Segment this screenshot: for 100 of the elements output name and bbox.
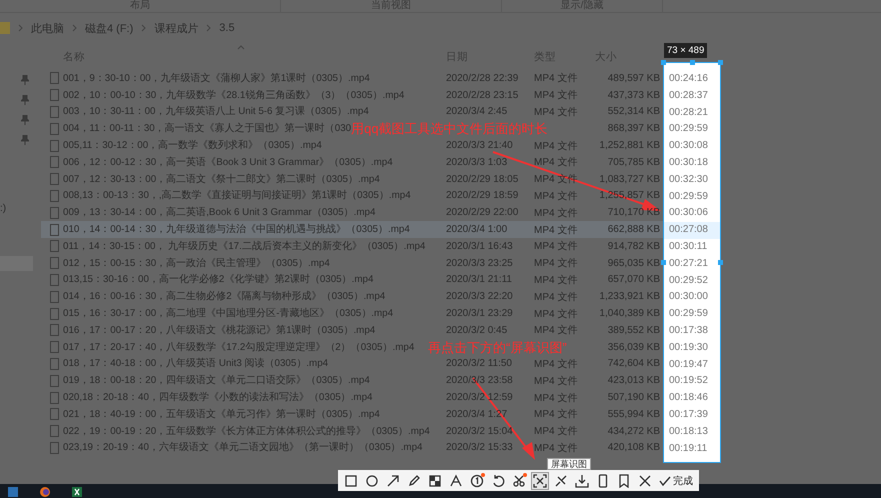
- tooltip: 屏幕识图: [547, 458, 591, 470]
- duration-cell-text: 00:24:16: [668, 72, 709, 86]
- date-cell-text: 2020/2/29 22:00: [446, 207, 520, 218]
- file-name: 008,13：00-13：30，,高二数学《直接证明与间接证明》第1课时（0305）.mp4: [63, 189, 411, 202]
- type-cell-text: MP4 文件: [534, 240, 578, 254]
- size-cell-text: 552,314 KB: [606, 106, 660, 118]
- breadcrumb-item[interactable]: 课程成片: [154, 20, 198, 36]
- size-cell-text: 1,252,881 KB: [598, 140, 660, 152]
- file-name: 007，12：30-13：00，高二语文《祭十二郎文》第二课时（0305）.mp4: [63, 172, 380, 186]
- chevron-icon: [141, 24, 146, 32]
- size-cell-text: 1,233,921 KB: [598, 291, 660, 302]
- file-row[interactable]: 001，9：30-10：00，九年级语文《蒲柳人家》第1课时（0305）.mp4 2020/2/28 22:39 MP4 文件 489,597 KB: [41, 70, 663, 87]
- arrow-icon: [386, 474, 400, 488]
- type-cell-text: MP4 文件: [534, 156, 578, 170]
- resize-handle[interactable]: [718, 260, 723, 265]
- number-tool-button[interactable]: [468, 472, 486, 490]
- close-icon: [638, 474, 652, 488]
- file-name: 014，16：00-16：30，高二生物必修2《隔离与物种形成》（0305）.mp4: [63, 290, 386, 304]
- date-cell-text: 2020/2/28 23:15: [446, 90, 520, 101]
- file-icon: [50, 122, 59, 135]
- file-row[interactable]: 014，16：00-16：30，高二生物必修2《隔离与物种形成》（0305）.mp4 2020/3/3 22:20 MP4 文件 1,233,921 KB: [41, 288, 663, 306]
- file-icon: [50, 140, 59, 152]
- file-row[interactable]: 015，16：30-17：00，高二地理《中国地理分区-青藏地区》（0305）.mp4 2020/3/1 23:29 MP4 文件 1,040,389 KB: [41, 305, 663, 322]
- globe-icon[interactable]: [38, 485, 52, 497]
- duration-cell-text: 00:28:21: [668, 106, 709, 120]
- file-icon: [50, 224, 59, 236]
- scissors-icon: [512, 474, 526, 488]
- resize-handle[interactable]: [718, 60, 723, 65]
- pin-icon: [21, 95, 29, 105]
- duration-cell-text: 00:30:08: [668, 139, 709, 154]
- sort-caret-icon: [237, 45, 245, 50]
- file-name: 010，14：00-14：30，九年级道德与法治《中国的机遇与挑战》（0305）.mp4: [63, 223, 410, 236]
- file-icon: [50, 89, 59, 102]
- type-cell-text: MP4 文件: [534, 392, 578, 405]
- text-icon: [449, 474, 463, 488]
- type-cell-text: MP4 文件: [534, 88, 578, 102]
- type-cell-text: MP4 文件: [534, 106, 578, 119]
- date-cell-text: 2020/3/3 1:03: [446, 156, 508, 168]
- file-row[interactable]: 011，14：30-15：00， 九年级历史《17.二战后资本主义的新变化》（0305）.mp4 2020/3/1 16:43 MP4 文件 914,782 KB: [41, 238, 663, 255]
- type-cell-text: MP4 文件: [534, 274, 578, 287]
- file-row[interactable]: 022，19：00-19：20，五年级数学《长方体正方体体积公式的推导》（0305）.mp4 2020/3/2 15:04 MP4 文件 434,272 KB: [41, 422, 663, 440]
- duration-cell-text: 00:19:52: [668, 374, 709, 388]
- file-row[interactable]: 018，17：40-18：00，八年级英语 Unit3 阅读（0305）.mp4 2020/3/2 11:50 MP4 文件 742,604 KB: [41, 356, 663, 372]
- file-name: 015，16：30-17：00，高二地理《中国地理分区-青藏地区》（0305）.mp4: [63, 307, 394, 320]
- breadcrumb-item[interactable]: 磁盘4 (F:): [85, 20, 134, 36]
- file-name: 023,19：20-19：40，六年级语文《单元二语文园地》（第一课时）（0305）.mp4: [63, 441, 422, 454]
- annotation-text: 再点击下方的“屏幕识图”: [428, 340, 567, 355]
- nav-item[interactable]: :): [0, 203, 6, 214]
- date-cell-text: 2020/3/3 23:25: [446, 258, 514, 269]
- file-row[interactable]: 012，15：00-15：30，高一政治《民主管理》（0305）.mp4 2020/3/3 23:25 MP4 文件 965,035 KB: [41, 254, 663, 272]
- file-icon: [50, 408, 59, 420]
- file-row[interactable]: 009，13：30-14：00，高二英语,Book 6 Unit 3 Grammar（0305）.mp4 2020/2/29 22:00 MP4 文件 710,170 KB: [41, 204, 663, 222]
- file-row[interactable]: 013,15：30-16：00，高一化学必修2《化学键》第2课时（0305）.mp4 2020/3/1 21:11 MP4 文件 657,070 KB: [41, 272, 663, 288]
- file-name: 018，17：40-18：00，八年级英语 Unit3 阅读（0305）.mp4: [63, 357, 328, 370]
- number-icon: [470, 474, 484, 488]
- resize-handle[interactable]: [661, 60, 666, 65]
- app-icon[interactable]: [6, 485, 20, 497]
- resize-handle[interactable]: [690, 60, 695, 65]
- size-cell-text: 555,994 KB: [606, 408, 660, 420]
- file-row[interactable]: 023,19：20-19：40，六年级语文《单元二语文园地》（第一课时）（0305）.mp4 2020/3/2 15:33 MP4 文件 420,108 KB: [41, 440, 663, 456]
- size-cell-text: 389,552 KB: [606, 324, 660, 336]
- size-cell-text: 437,373 KB: [606, 90, 660, 101]
- selected-file-row[interactable]: 010，14：00-14：30，九年级道德与法治《中国的机遇与挑战》（0305）.mp4 2020/3/4 1:00 MP4 文件 662,888 KB: [41, 221, 663, 238]
- file-row[interactable]: 004，11：00-11：30，高一语文《寡人之于国也》第一课时（030用qq截图工具选中文件后面的时长 868,397 KB: [41, 120, 663, 138]
- file-row[interactable]: 005,11：30-12：00，高一数学《数列求和》（0305）.mp4 2020/3/3 21:40 MP4 文件 1,252,881 KB: [41, 137, 663, 154]
- breadcrumb-item[interactable]: 3.5: [219, 22, 235, 34]
- file-row[interactable]: 020,18：20-18：40，四年级数学《小数的读法和写法》（0305）.mp4 2020/3/2 12:59 MP4 文件 507,190 KB: [41, 389, 663, 406]
- selection-box[interactable]: [663, 62, 721, 463]
- size-cell-text: 662,888 KB: [606, 224, 660, 236]
- done-button[interactable]: 完成: [657, 474, 695, 488]
- size-cell-text: 423,013 KB: [606, 375, 660, 386]
- recognize-tool-button[interactable]: [531, 472, 549, 490]
- size-cell-text: 710,170 KB: [606, 207, 660, 218]
- file-name: 017，17：20-17：40，八年级数学《17.2勾股定理逆定理》（2）（0305）.mp4: [63, 340, 414, 354]
- date-cell-text: 2020/3/4 1:00: [446, 224, 508, 236]
- date-cell-text: 2020/3/1 21:11: [446, 274, 513, 286]
- breadcrumb-item[interactable]: 此电脑: [31, 20, 64, 36]
- file-row[interactable]: 017，17：20-17：40，八年级数学《17.2勾股定理逆定理》（2）（0305）.mp4 再点击下方的“屏幕识图” 356,039 KB: [41, 338, 663, 356]
- file-icon: [50, 173, 59, 186]
- type-cell-text: MP4 文件: [534, 206, 578, 220]
- duration-cell-text: 00:30:18: [668, 156, 709, 170]
- file-icon: [50, 358, 59, 370]
- file-row[interactable]: 002，10：00-10：30，九年级数学《28.1锐角三角函数》（3）（0305）.mp4 2020/2/28 23:15 MP4 文件 437,373 KB: [41, 86, 663, 104]
- file-icon: [50, 374, 59, 387]
- duration-cell-text: 00:17:39: [668, 408, 709, 422]
- date-cell-text: 2020/2/29 18:05: [446, 174, 520, 185]
- file-row[interactable]: 006，12：00-12：30，高一英语《Book 3 Unit 3 Grammar》（0305）.mp4 2020/3/3 1:03 MP4 文件 705,785 KB: [41, 154, 663, 171]
- file-icon: [50, 206, 59, 219]
- file-row[interactable]: 003，10：30-11：00，九年级英语八上 Unit 5-6 复习课（0305）.mp4 2020/3/4 2:45 MP4 文件 552,314 KB: [41, 104, 663, 120]
- file-name: 022，19：00-19：20，五年级数学《长方体正方体体积公式的推导》（0305）.mp4: [63, 424, 430, 438]
- file-name: 016，17：00-17：20，八年级语文《桃花源记》第1课时（0305）.mp4: [63, 324, 376, 337]
- mosaic-icon: [428, 474, 442, 488]
- size-cell-text: 868,397 KB: [606, 123, 660, 134]
- type-cell-text: MP4 文件: [534, 140, 578, 153]
- resize-handle[interactable]: [661, 260, 666, 265]
- file-row[interactable]: 016，17：00-17：20，八年级语文《桃花源记》第1课时（0305）.mp4 2020/3/2 0:45 MP4 文件 389,552 KB: [41, 322, 663, 339]
- spreadsheet-icon[interactable]: [70, 485, 84, 497]
- size-cell-text: 705,785 KB: [606, 156, 660, 168]
- date-cell-text: 2020/3/2 15:33: [446, 442, 514, 454]
- chevron-icon: [18, 24, 23, 32]
